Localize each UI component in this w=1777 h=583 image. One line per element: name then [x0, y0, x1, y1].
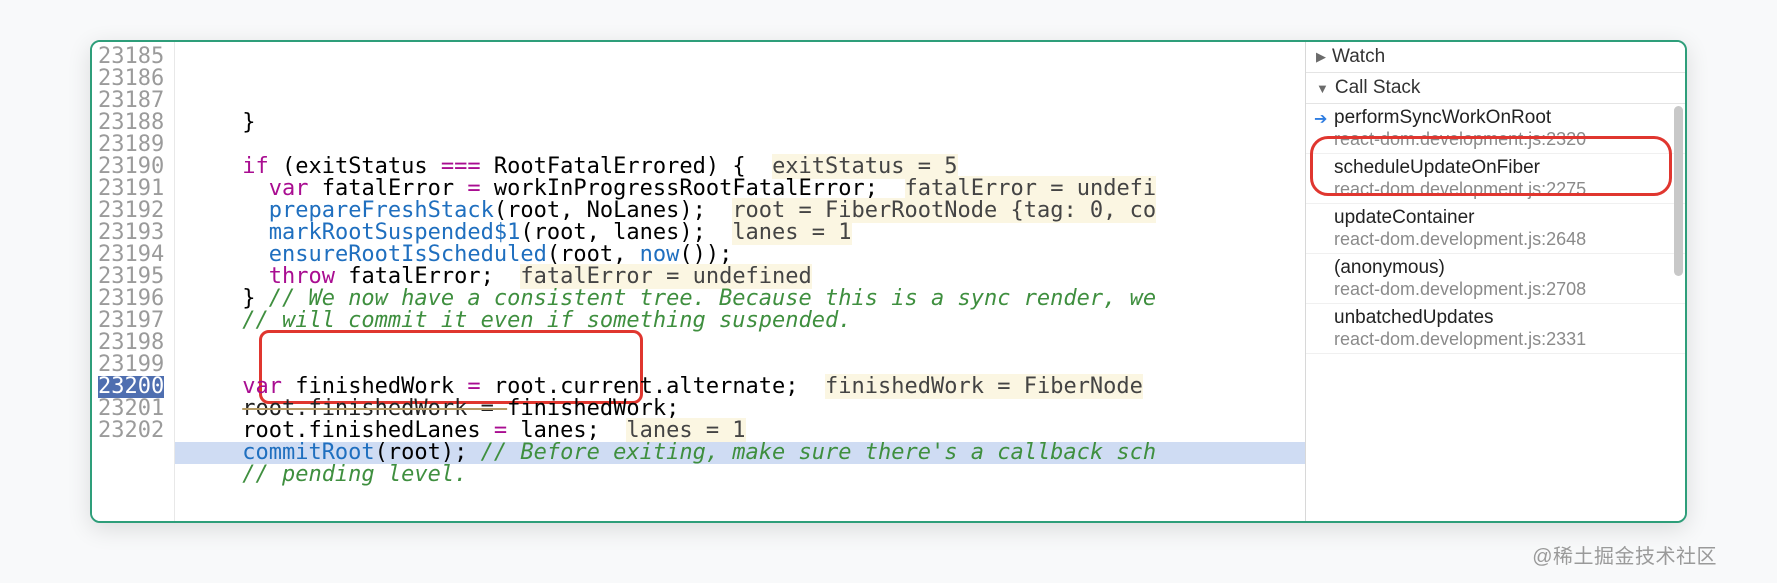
callstack-list: ➔performSyncWorkOnRootreact-dom.developm…	[1306, 104, 1685, 521]
code-line[interactable]: var finishedWork = root.current.alternat…	[175, 376, 1305, 398]
stack-frame[interactable]: (anonymous)react-dom.development.js:2708	[1306, 254, 1685, 304]
code-line[interactable]	[175, 134, 1305, 156]
code-line[interactable]	[175, 486, 1305, 508]
code-editor: 2318523186231872318823189231902319123192…	[92, 42, 1305, 521]
debugger-panel: 2318523186231872318823189231902319123192…	[90, 40, 1687, 523]
watch-label: Watch	[1332, 46, 1385, 68]
frame-function: updateContainer	[1334, 207, 1673, 229]
frame-location: react-dom.development.js:2331	[1334, 329, 1673, 350]
code-line[interactable]: }	[175, 112, 1305, 134]
code-line[interactable]: throw fatalError; fatalError = undefined	[175, 266, 1305, 288]
code-line[interactable]	[175, 332, 1305, 354]
line-number[interactable]: 23189	[98, 134, 164, 156]
line-number[interactable]: 23195	[98, 266, 164, 288]
line-number[interactable]: 23202	[98, 420, 164, 442]
code-line[interactable]: // pending level.	[175, 464, 1305, 486]
code-line[interactable]: prepareFreshStack(root, NoLanes); root =…	[175, 200, 1305, 222]
stack-frame[interactable]: unbatchedUpdatesreact-dom.development.js…	[1306, 304, 1685, 354]
code-line[interactable]: markRootSuspended$1(root, lanes); lanes …	[175, 222, 1305, 244]
line-number[interactable]: 23194	[98, 244, 164, 266]
line-number[interactable]: 23191	[98, 178, 164, 200]
code-line[interactable]: root.finishedWork = finishedWork;	[175, 398, 1305, 420]
frame-function: unbatchedUpdates	[1334, 307, 1673, 329]
frame-location: react-dom.development.js:2275	[1334, 179, 1673, 200]
frame-function: scheduleUpdateOnFiber	[1334, 157, 1673, 179]
line-number[interactable]: 23201	[98, 398, 164, 420]
frame-location: react-dom.development.js:2708	[1334, 279, 1673, 300]
line-number[interactable]: 23190	[98, 156, 164, 178]
code-line[interactable]: ensureRootIsScheduled(root, now());	[175, 244, 1305, 266]
line-number[interactable]: 23185	[98, 46, 164, 68]
frame-function: performSyncWorkOnRoot	[1334, 107, 1673, 129]
frame-location: react-dom.development.js:2648	[1334, 229, 1673, 250]
line-number[interactable]: 23192	[98, 200, 164, 222]
code-line[interactable]: } // We now have a consistent tree. Beca…	[175, 288, 1305, 310]
line-number[interactable]: 23186	[98, 68, 164, 90]
code-line[interactable]: var fatalError = workInProgressRootFatal…	[175, 178, 1305, 200]
code-line[interactable]: if (exitStatus === RootFatalErrored) { e…	[175, 156, 1305, 178]
current-frame-icon: ➔	[1314, 109, 1327, 129]
callstack-header[interactable]: ▼ Call Stack	[1306, 73, 1685, 104]
code-line[interactable]: root.finishedLanes = lanes; lanes = 1	[175, 420, 1305, 442]
frame-location: react-dom.development.js:2320	[1334, 129, 1673, 150]
frame-function: (anonymous)	[1334, 257, 1673, 279]
line-number[interactable]: 23193	[98, 222, 164, 244]
stack-frame[interactable]: scheduleUpdateOnFiberreact-dom.developme…	[1306, 154, 1685, 204]
watch-header[interactable]: ▶ Watch	[1306, 42, 1685, 73]
line-number[interactable]: 23197	[98, 310, 164, 332]
line-number[interactable]: 23188	[98, 112, 164, 134]
scrollbar-thumb[interactable]	[1674, 106, 1683, 276]
line-number[interactable]: 23187	[98, 90, 164, 112]
stack-frame[interactable]: ➔ performSyncWorkOnRootreact-dom.developm…	[1306, 104, 1685, 154]
callstack-label: Call Stack	[1335, 77, 1421, 99]
line-gutter: 2318523186231872318823189231902319123192…	[92, 42, 175, 521]
debug-sidebar: ▶ Watch ▼ Call Stack ➔ performSyncWorkOnR…	[1305, 42, 1685, 521]
line-number[interactable]: 23200	[98, 376, 164, 398]
line-number[interactable]: 23198	[98, 332, 164, 354]
line-number[interactable]: 23196	[98, 288, 164, 310]
line-number[interactable]: 23199	[98, 354, 164, 376]
stack-frame[interactable]: updateContainerreact-dom.development.js:…	[1306, 204, 1685, 254]
code-line[interactable]: // will commit it even if something susp…	[175, 310, 1305, 332]
code-area[interactable]: } if (exitStatus === RootFatalErrored) {…	[175, 42, 1305, 521]
code-line[interactable]	[175, 354, 1305, 376]
watermark-text: @稀土掘金技术社区	[1532, 540, 1717, 569]
chevron-right-icon: ▶	[1316, 49, 1326, 65]
chevron-down-icon: ▼	[1316, 81, 1329, 96]
code-line[interactable]: commitRoot(root); // Before exiting, mak…	[175, 442, 1305, 464]
